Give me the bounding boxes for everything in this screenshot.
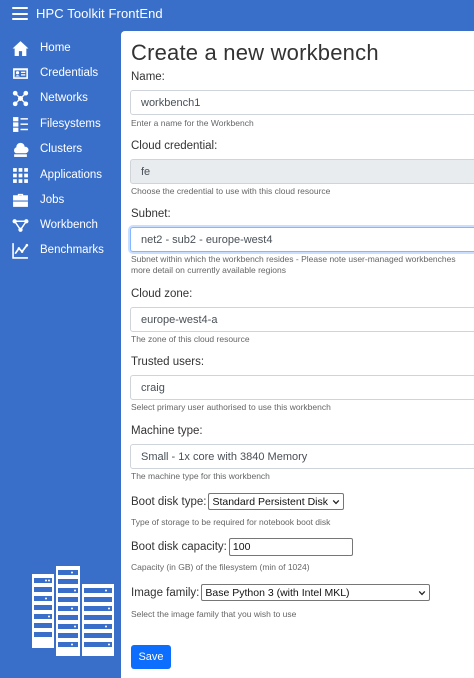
sidebar-item-credentials[interactable]: Credentials	[0, 61, 121, 85]
machine-type-label: Machine type:	[131, 425, 203, 437]
name-input[interactable]: workbench1	[130, 90, 474, 115]
credential-help: Choose the credential to use with this c…	[131, 186, 331, 196]
sidebar-item-filesystems[interactable]: Filesystems	[0, 112, 121, 136]
boot-disk-capacity-row: Boot disk capacity: 100	[131, 538, 353, 556]
top-bar: HPC Toolkit FrontEnd	[0, 0, 474, 27]
image-family-label: Image family:	[131, 586, 200, 599]
trusted-users-help: Select primary user authorised to use th…	[131, 402, 331, 412]
sidebar-item-label: Clusters	[40, 143, 83, 155]
credential-label: Cloud credential:	[131, 140, 218, 152]
boot-disk-capacity-help: Capacity (in GB) of the filesystem (min …	[131, 562, 310, 572]
credential-field: fe	[130, 159, 474, 184]
sidebar-item-label: Benchmarks	[40, 244, 104, 256]
image-family-help: Select the image family that you wish to…	[131, 609, 297, 619]
sidebar-item-label: Networks	[40, 92, 88, 104]
grid-icon	[11, 166, 29, 184]
sidebar-item-benchmarks[interactable]: Benchmarks	[0, 238, 121, 262]
trusted-users-select[interactable]: craig	[130, 375, 474, 400]
subnet-label: Subnet:	[131, 208, 171, 220]
name-help: Enter a name for the Workbench	[131, 118, 254, 128]
subnet-help-line2: more detail on currently available regio…	[131, 265, 286, 275]
home-icon	[11, 39, 29, 57]
sidebar-item-networks[interactable]: Networks	[0, 86, 121, 110]
sidebar-item-clusters[interactable]: Clusters	[0, 137, 121, 161]
briefcase-icon	[11, 191, 29, 209]
hpc-logo	[32, 566, 114, 656]
image-family-value: Base Python 3 (with Intel MKL)	[205, 586, 350, 599]
sidebar-item-label: Filesystems	[40, 118, 101, 130]
sidebar-item-label: Credentials	[40, 67, 99, 79]
zone-label: Cloud zone:	[131, 288, 193, 300]
image-family-select[interactable]: Base Python 3 (with Intel MKL)	[201, 584, 431, 601]
sidebar-item-label: Home	[40, 42, 71, 54]
name-label: Name:	[131, 71, 165, 83]
sidebar-item-applications[interactable]: Applications	[0, 163, 121, 187]
boot-disk-capacity-input[interactable]: 100	[228, 538, 353, 556]
boot-disk-capacity-label: Boot disk capacity:	[131, 541, 227, 553]
boot-disk-type-help: Type of storage to be required for noteb…	[131, 517, 331, 527]
sidebar-item-home[interactable]: Home	[0, 36, 121, 60]
filesystem-icon	[11, 115, 29, 133]
hamburger-menu-icon[interactable]	[12, 7, 28, 20]
image-family-row: Image family: Base Python 3 (with Intel …	[131, 584, 431, 601]
subnet-select[interactable]: net2 - sub2 - europe-west4	[130, 227, 474, 252]
chevron-down-icon	[419, 590, 426, 595]
page-title: Create a new workbench	[131, 40, 379, 65]
trusted-users-label: Trusted users:	[131, 356, 205, 368]
app-title[interactable]: HPC Toolkit FrontEnd	[36, 6, 163, 21]
id-card-icon	[11, 64, 29, 82]
sidebar-item-workbench[interactable]: Workbench	[0, 213, 121, 237]
chart-icon	[11, 241, 29, 259]
subnet-help-line1: Subnet within which the workbench reside…	[131, 254, 456, 264]
main-panel: Create a new workbench Name: workbench1 …	[121, 31, 474, 678]
boot-disk-type-value: Standard Persistent Disk	[212, 495, 328, 508]
boot-disk-type-label: Boot disk type:	[131, 495, 207, 508]
machine-type-select[interactable]: Small - 1x core with 3840 Memory	[130, 444, 474, 469]
sidebar-item-label: Workbench	[40, 219, 98, 231]
zone-help: The zone of this cloud resource	[131, 334, 250, 344]
save-button[interactable]: Save	[131, 645, 171, 669]
boot-disk-type-select[interactable]: Standard Persistent Disk	[208, 493, 344, 510]
cluster-icon	[11, 140, 29, 158]
machine-type-help: The machine type for this workbench	[131, 471, 270, 481]
chevron-down-icon	[332, 499, 340, 504]
sidebar-item-label: Jobs	[40, 194, 65, 206]
sidebar-item-label: Applications	[40, 169, 103, 181]
network-icon	[11, 89, 29, 107]
boot-disk-type-row: Boot disk type: Standard Persistent Disk	[131, 493, 344, 510]
zone-select[interactable]: europe-west4-a	[130, 307, 474, 332]
workbench-icon	[11, 216, 29, 234]
sidebar-item-jobs[interactable]: Jobs	[0, 188, 121, 212]
